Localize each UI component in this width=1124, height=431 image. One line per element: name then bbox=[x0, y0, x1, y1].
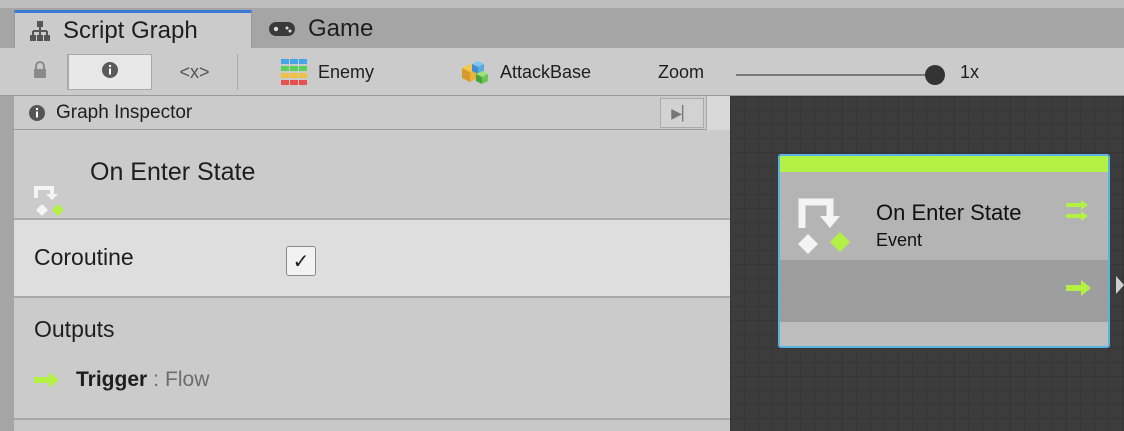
zoom-value: 1x bbox=[960, 62, 980, 82]
variables-toggle[interactable]: <x> bbox=[152, 54, 238, 90]
node-color-bar bbox=[780, 156, 1108, 172]
info-icon bbox=[28, 104, 46, 122]
breadcrumb-label: AttackBase bbox=[500, 61, 592, 82]
lock-button[interactable] bbox=[12, 54, 68, 90]
on-enter-state-node[interactable]: On Enter State Event bbox=[778, 154, 1110, 348]
flow-arrow-icon bbox=[34, 372, 60, 388]
outputs-heading: Outputs bbox=[34, 316, 115, 342]
info-icon bbox=[101, 61, 119, 84]
breadcrumb-attackbase[interactable]: AttackBase bbox=[458, 54, 591, 90]
lock-icon bbox=[33, 60, 47, 84]
cubes-icon bbox=[458, 58, 490, 86]
graph-hierarchy-icon bbox=[29, 20, 51, 42]
port-name: Trigger bbox=[76, 368, 148, 391]
tab-label: Script Graph bbox=[63, 16, 198, 44]
zoom-slider-track[interactable] bbox=[736, 74, 934, 76]
node-header: On Enter State Event bbox=[780, 172, 1108, 260]
coroutine-checkbox[interactable]: ✓ bbox=[286, 246, 316, 276]
scrollbar[interactable] bbox=[706, 96, 730, 130]
tab-label: Game bbox=[308, 15, 374, 42]
breadcrumb-enemy[interactable]: Enemy bbox=[280, 54, 374, 90]
graph-inspector-header: Graph Inspector bbox=[14, 96, 730, 130]
window-top-strip bbox=[0, 0, 1124, 8]
on-enter-state-icon bbox=[794, 194, 854, 263]
zoom-slider-handle[interactable] bbox=[925, 65, 945, 85]
grid-blocks-icon bbox=[280, 58, 308, 86]
coroutine-label: Coroutine bbox=[34, 244, 134, 270]
tab-script-graph[interactable]: Script Graph bbox=[14, 10, 252, 48]
unit-title-section: On Enter State bbox=[14, 130, 730, 220]
breadcrumb-label: Enemy bbox=[318, 61, 375, 82]
connection-arrow-icon bbox=[1116, 276, 1124, 294]
collapse-panel-button[interactable]: ▶▏ bbox=[660, 98, 704, 128]
port-type: Flow bbox=[165, 368, 210, 391]
control-input-icon[interactable] bbox=[1066, 200, 1092, 227]
variables-icon: <x> bbox=[179, 61, 210, 82]
node-footer bbox=[780, 322, 1108, 346]
port-separator: : bbox=[153, 368, 160, 391]
coroutine-row: Coroutine ✓ bbox=[14, 220, 730, 298]
node-ports bbox=[780, 260, 1108, 322]
unit-title: On Enter State bbox=[90, 158, 256, 186]
graph-canvas[interactable]: On Enter State Event bbox=[730, 96, 1124, 431]
graph-inspector-panel: Graph Inspector ▶▏ On Enter State Corout… bbox=[0, 96, 730, 431]
collapse-icon: ▶▏ bbox=[671, 104, 693, 121]
node-title: On Enter State bbox=[876, 200, 1022, 225]
on-enter-state-icon bbox=[32, 182, 66, 221]
node-subtitle: Event bbox=[876, 230, 923, 250]
output-port-trigger: Trigger : Flow bbox=[34, 368, 209, 392]
trigger-output-port-icon[interactable] bbox=[1066, 280, 1092, 301]
graph-inspector-toggle[interactable] bbox=[68, 54, 152, 90]
graph-toolbar: <x> Enemy AttackBase Zoom bbox=[0, 48, 1124, 96]
checkmark-icon: ✓ bbox=[292, 250, 310, 273]
panel-title: Graph Inspector bbox=[56, 101, 193, 123]
tab-game[interactable]: Game bbox=[268, 10, 428, 48]
zoom-label: Zoom bbox=[658, 62, 705, 82]
tab-bar: Script Graph Game bbox=[0, 0, 1124, 48]
outputs-section: Outputs Trigger : Flow bbox=[14, 298, 730, 420]
gamepad-icon bbox=[268, 20, 296, 38]
